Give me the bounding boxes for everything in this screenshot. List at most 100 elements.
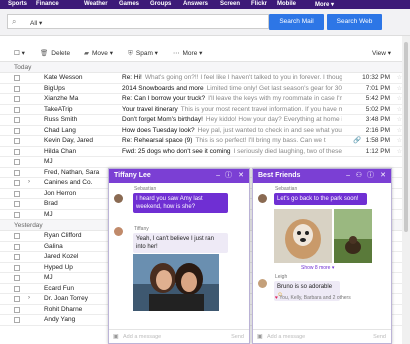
more-button[interactable]: ⋯ More ▾ bbox=[173, 49, 202, 57]
row-checkbox[interactable] bbox=[14, 275, 20, 281]
message-subject-line: Your travel itinerary This is your most r… bbox=[122, 106, 342, 113]
row-checkbox[interactable] bbox=[14, 201, 20, 207]
message-time: 5:42 PM bbox=[365, 95, 390, 102]
camera-icon[interactable]: ▣ bbox=[113, 333, 119, 340]
message-subject-line: Don't forget Mom's birthday! Hey kiddo! H… bbox=[122, 116, 342, 123]
row-checkbox[interactable] bbox=[14, 243, 20, 250]
nav-games[interactable]: Games bbox=[119, 1, 139, 7]
message-row[interactable]: Kate Wesson Re: Hi! What's going on?!! I f… bbox=[0, 73, 402, 84]
nav-sports[interactable]: Sports bbox=[8, 1, 27, 7]
delete-button[interactable]: 🗑 Delete bbox=[40, 49, 70, 57]
row-checkbox[interactable] bbox=[14, 285, 20, 292]
add-people-icon[interactable]: ⚇ bbox=[356, 169, 362, 183]
send-button[interactable]: Send bbox=[231, 334, 244, 340]
move-button[interactable]: ▰ Move ▾ bbox=[84, 49, 113, 57]
search-mail-button[interactable]: Search Mail bbox=[269, 14, 324, 30]
message-row[interactable]: Chad Lang How does Tuesday look? Hey pal, … bbox=[0, 126, 402, 136]
minimize-icon[interactable]: – bbox=[346, 169, 350, 183]
chat-message-input[interactable]: Add a message bbox=[123, 334, 161, 340]
message-subject-line: Re: Rehearsal space (9) This is so perfec… bbox=[122, 137, 342, 144]
nav-groups[interactable]: Groups bbox=[150, 1, 171, 7]
expand-arrow-icon[interactable]: › bbox=[28, 179, 30, 185]
send-button[interactable]: Send bbox=[373, 334, 386, 340]
scrollbar-thumb[interactable] bbox=[404, 42, 408, 232]
message-subject: Re: Can I borrow your truck? bbox=[122, 95, 206, 102]
folder-icon: ▰ bbox=[84, 50, 89, 57]
row-checkbox[interactable] bbox=[14, 106, 20, 113]
message-subject: Re: Hi! bbox=[122, 74, 142, 81]
row-checkbox[interactable] bbox=[14, 211, 20, 218]
message-subject-line: Fwd: 25 dogs who don't see it coming I se… bbox=[122, 148, 342, 155]
row-checkbox[interactable] bbox=[14, 264, 20, 271]
shared-photo-dog[interactable] bbox=[274, 209, 332, 263]
search-web-button[interactable]: Search Web bbox=[327, 14, 382, 30]
nav-flickr[interactable]: Flickr bbox=[251, 1, 267, 7]
message-time: 2:16 PM bbox=[365, 126, 390, 134]
message-from: Russ Smith bbox=[44, 116, 78, 123]
message-row[interactable]: Kevin Day, Jared Re: Rehearsal space (9) T… bbox=[0, 136, 402, 147]
message-subject: Your travel itinerary bbox=[122, 105, 178, 113]
message-from: Ecard Fun bbox=[44, 284, 74, 292]
nav-mobile[interactable]: Mobile bbox=[277, 1, 296, 7]
row-checkbox[interactable] bbox=[14, 254, 20, 260]
search-scope-dropdown[interactable]: All ▾ bbox=[30, 19, 42, 27]
row-checkbox[interactable] bbox=[14, 148, 20, 155]
mail-toolbar: ☐ ▾ 🗑 Delete ▰ Move ▾ ⛨ Spam ▾ ⋯ More ▾ View… bbox=[0, 44, 410, 62]
shared-photo[interactable] bbox=[133, 254, 219, 311]
nav-weather[interactable]: Weather bbox=[84, 1, 108, 7]
info-icon[interactable]: ⓘ bbox=[225, 169, 232, 183]
message-preview: This is so perfect! I'll bring my bass. … bbox=[195, 137, 326, 144]
row-checkbox[interactable] bbox=[14, 75, 20, 81]
message-row[interactable]: TakeATrip Your travel itinerary This is yo… bbox=[0, 105, 402, 115]
show-more-link[interactable]: Show 8 more ▾ bbox=[301, 265, 334, 271]
row-checkbox[interactable] bbox=[14, 233, 20, 239]
row-checkbox[interactable] bbox=[14, 306, 20, 313]
message-from: Rohit Dharne bbox=[44, 305, 83, 313]
message-preview: Hey pal, just wanted to check in and see… bbox=[197, 126, 342, 134]
message-row[interactable]: MJ bbox=[0, 157, 402, 168]
message-from: Chad Lang bbox=[44, 126, 76, 134]
camera-icon[interactable]: ▣ bbox=[257, 333, 263, 340]
close-icon[interactable]: ✕ bbox=[238, 169, 244, 183]
close-icon[interactable]: ✕ bbox=[380, 169, 386, 183]
spam-button[interactable]: ⛨ Spam ▾ bbox=[128, 49, 158, 58]
chat-title: Tiffany Lee bbox=[114, 172, 151, 179]
row-checkbox[interactable] bbox=[14, 169, 20, 176]
row-checkbox[interactable] bbox=[14, 127, 20, 134]
row-checkbox[interactable] bbox=[14, 117, 20, 123]
nav-more[interactable]: More ▾ bbox=[315, 1, 334, 8]
row-checkbox[interactable] bbox=[14, 85, 20, 92]
row-checkbox[interactable] bbox=[14, 96, 20, 102]
avatar bbox=[114, 227, 123, 236]
message-subject-line: Re: Can I borrow your truck? I'll leave t… bbox=[122, 95, 342, 102]
nav-finance[interactable]: Finance bbox=[36, 1, 59, 7]
expand-arrow-icon[interactable]: › bbox=[28, 295, 30, 301]
nav-screen[interactable]: Screen bbox=[220, 1, 240, 7]
avatar bbox=[258, 279, 267, 288]
shield-icon: ⛨ bbox=[128, 50, 133, 57]
minimize-icon[interactable]: – bbox=[216, 169, 220, 183]
chevron-down-icon: ▾ bbox=[331, 2, 335, 8]
row-checkbox[interactable] bbox=[14, 159, 20, 165]
message-row[interactable]: BigUps 2014 Snowboards and more Limited ti… bbox=[0, 84, 402, 94]
message-subject: Don't forget Mom's birthday! bbox=[122, 116, 203, 123]
chat-message-input[interactable]: Add a message bbox=[267, 334, 305, 340]
message-row[interactable]: Russ Smith Don't forget Mom's birthday! He… bbox=[0, 115, 402, 126]
search-bar: ⌕ All ▾ Search Mail Search Web bbox=[0, 9, 410, 36]
nav-answers[interactable]: Answers bbox=[183, 1, 208, 7]
row-checkbox[interactable] bbox=[14, 317, 20, 323]
row-checkbox[interactable] bbox=[14, 138, 20, 144]
message-row[interactable]: Xianzhe Ma Re: Can I borrow your truck? I'… bbox=[0, 94, 402, 105]
scrollbar[interactable] bbox=[402, 36, 410, 344]
more-icon: ⋯ bbox=[173, 50, 180, 57]
select-all-checkbox[interactable]: ☐ ▾ bbox=[14, 49, 25, 57]
message-row[interactable]: Hilda Chan Fwd: 25 dogs who don't see it … bbox=[0, 147, 402, 157]
info-icon[interactable]: ⓘ bbox=[367, 169, 374, 183]
search-input[interactable] bbox=[48, 16, 248, 27]
shared-photo-park[interactable] bbox=[334, 209, 372, 263]
view-button[interactable]: View ▾ bbox=[372, 49, 391, 57]
row-checkbox[interactable] bbox=[14, 296, 20, 302]
chevron-down-icon: ▾ bbox=[154, 50, 158, 57]
row-checkbox[interactable] bbox=[14, 180, 20, 186]
row-checkbox[interactable] bbox=[14, 190, 20, 197]
